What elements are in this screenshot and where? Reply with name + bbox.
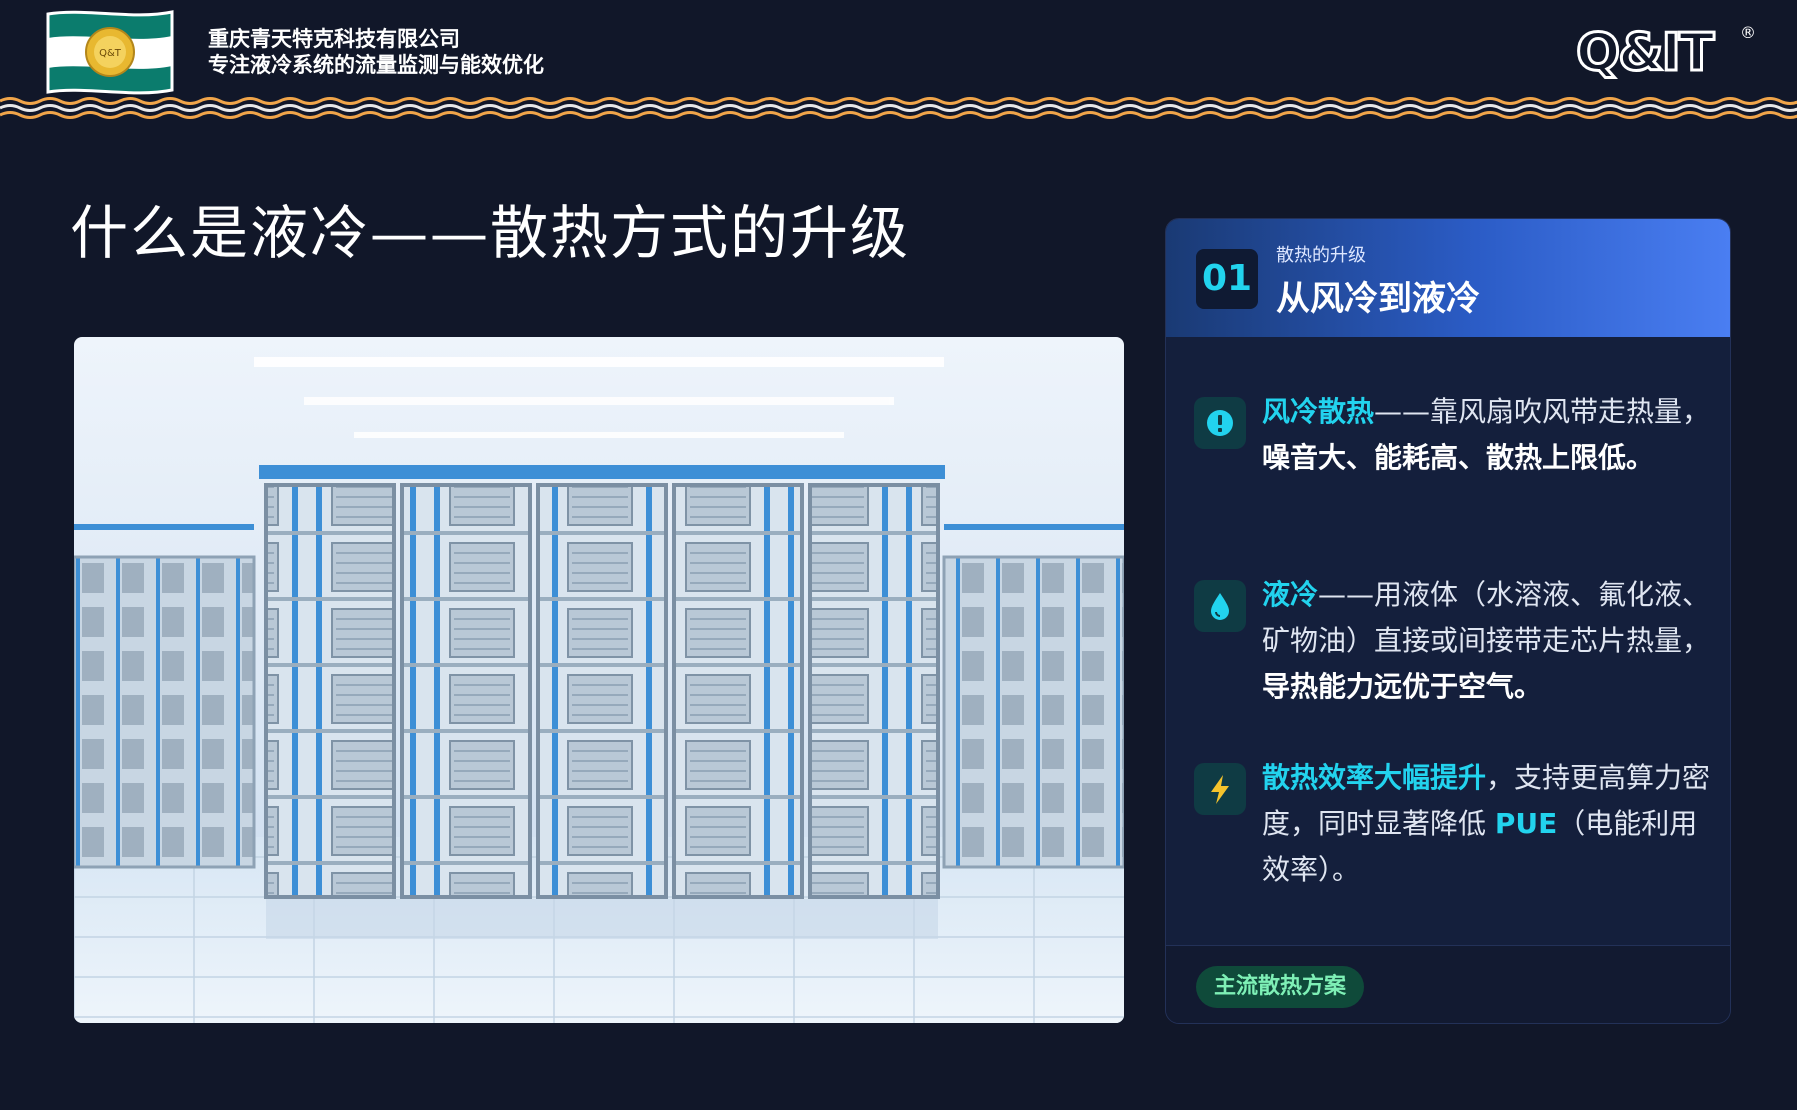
card-header: 01 散热的升级 从风冷到液冷 [1166, 219, 1730, 337]
list-item-text: 风冷散热——靠风扇吹风带走热量， 噪音大、能耗高、散热上限低。 [1262, 389, 1718, 481]
registered-mark: ® [1740, 23, 1756, 42]
brand-logo: Q&IT ® [1576, 22, 1756, 83]
category-tag: 主流散热方案 [1196, 966, 1365, 1008]
data-center-photo [74, 337, 1124, 1023]
card-title: 从风冷到液冷 [1276, 279, 1480, 319]
page-title: 什么是液冷——散热方式的升级 [70, 199, 911, 267]
item-highlight: 散热效率大幅提升 [1262, 761, 1487, 794]
header: Q&T 重庆青天特克科技有限公司 专注液冷系统的流量监测与能效优化 Q&IT ® [0, 0, 1797, 122]
item-text: ——用液体（水溶液、氟化液、矿物油）直接或间接带走芯片热量， [1262, 578, 1711, 657]
step-number-badge: 01 [1196, 249, 1258, 309]
item-highlight: 风冷散热 [1262, 395, 1375, 428]
lightning-icon [1194, 763, 1246, 815]
company-info: 重庆青天特克科技有限公司 专注液冷系统的流量监测与能效优化 [208, 26, 544, 78]
card-footer: 主流散热方案 [1166, 945, 1730, 1023]
decorative-wave-band [0, 97, 1797, 119]
info-card: 01 散热的升级 从风冷到液冷 风冷散热——靠风扇吹风带走热量， 噪音大、能耗高、… [1165, 218, 1731, 1024]
water-drop-icon [1194, 580, 1246, 632]
list-item-text: 液冷——用液体（水溶液、氟化液、矿物油）直接或间接带走芯片热量， 导热能力远优于空… [1262, 572, 1718, 710]
item-bold: 噪音大、能耗高、散热上限低。 [1262, 441, 1655, 474]
flag-logo-text: Q&T [99, 48, 122, 59]
item-highlight-pue: PUE [1494, 807, 1558, 840]
item-bold: 导热能力远优于空气。 [1262, 670, 1543, 703]
company-name: 重庆青天特克科技有限公司 [208, 27, 460, 51]
item-text: ——靠风扇吹风带走热量， [1374, 395, 1711, 428]
alert-icon [1194, 397, 1246, 449]
company-tagline: 专注液冷系统的流量监测与能效优化 [208, 53, 544, 77]
list-item-text: 散热效率大幅提升，支持更高算力密度，同时显著降低 PUE（电能利用效率）。 [1262, 755, 1718, 893]
item-highlight: 液冷 [1262, 578, 1319, 611]
company-flag-logo: Q&T [46, 10, 174, 95]
brand-mark-text: Q&IT [1576, 23, 1715, 82]
card-subtitle: 散热的升级 [1276, 245, 1366, 266]
